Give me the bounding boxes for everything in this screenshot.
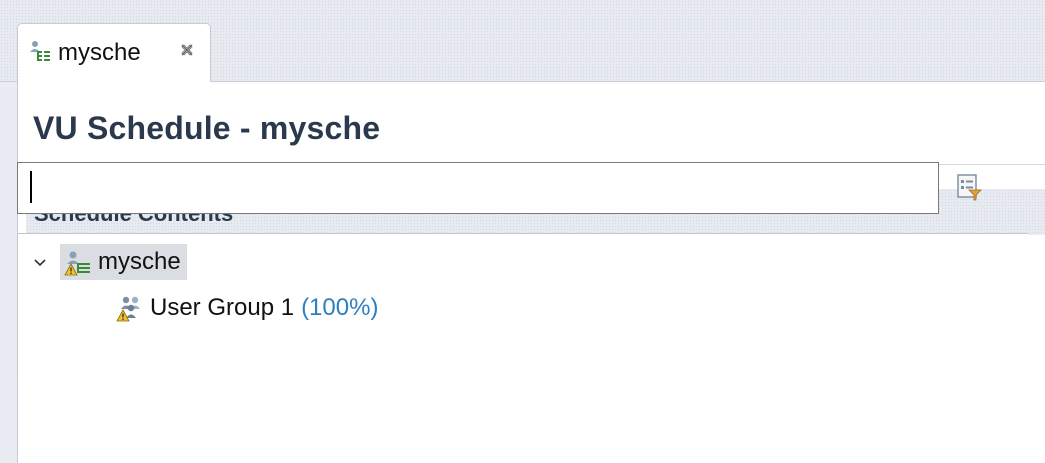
editor-tab-bar: mysche: [0, 0, 1045, 83]
tree-item-label: mysche: [98, 248, 181, 275]
tree-row-root[interactable]: mysche: [32, 244, 187, 280]
tree-item-selected[interactable]: mysche: [60, 244, 187, 280]
filter-input[interactable]: [17, 162, 939, 214]
tree-row-user-group[interactable]: User Group 1 (100%): [116, 290, 378, 326]
percentage-value: (100%): [301, 294, 379, 321]
schedule-icon: [30, 41, 50, 61]
chevron-down-icon[interactable]: [32, 254, 48, 270]
page-title: VU Schedule - mysche: [33, 110, 381, 146]
filter-settings-icon[interactable]: [955, 172, 985, 202]
schedule-tree: mysche User Group 1 (100%): [17, 233, 1028, 381]
schedule-warning-icon: [64, 251, 90, 276]
close-icon[interactable]: [179, 42, 195, 58]
tree-item-label: User Group 1: [150, 294, 295, 321]
editor-tab-mysche[interactable]: mysche: [17, 23, 211, 83]
text-cursor: [30, 171, 32, 203]
user-group-warning-icon: [116, 296, 140, 322]
tab-label: mysche: [58, 39, 141, 66]
